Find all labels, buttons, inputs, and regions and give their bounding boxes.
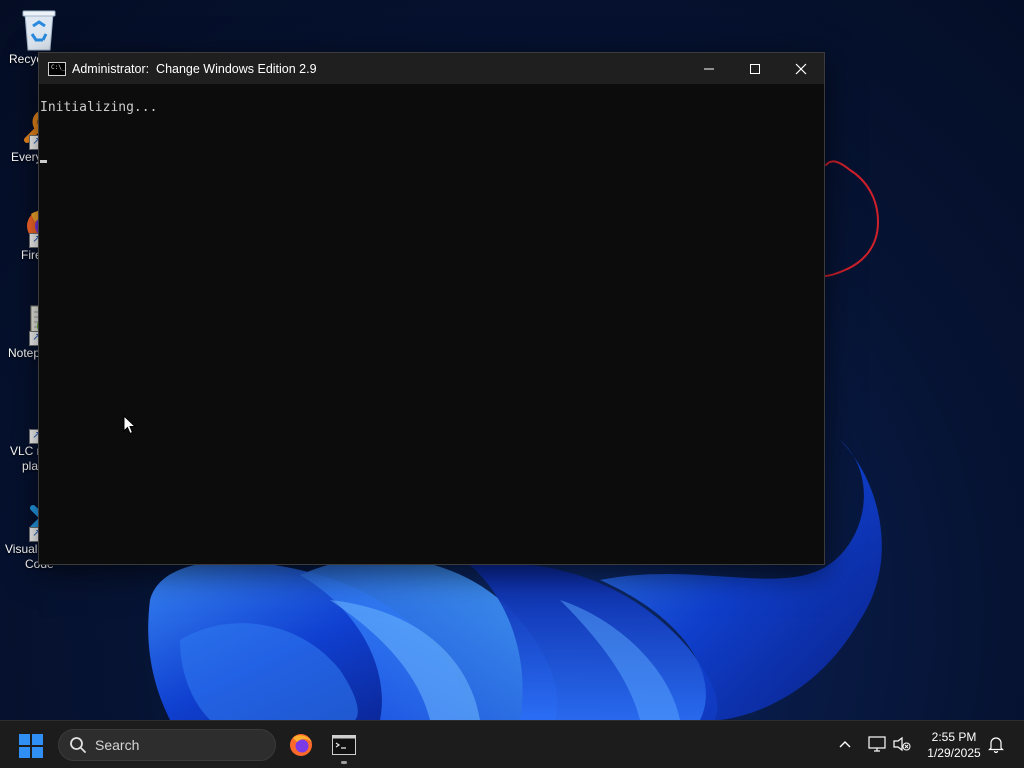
console-titlebar[interactable]: C:\_ Administrator: Change Windows Editi… <box>39 53 824 84</box>
cmd-icon: C:\_ <box>48 61 66 76</box>
search-icon <box>70 737 86 753</box>
taskbar: Search 2:55 PM 1/29/2025 <box>0 720 1024 768</box>
recycle-bin-icon <box>19 8 59 51</box>
speaker-muted-icon <box>893 736 911 752</box>
console-output[interactable]: Initializing... <box>39 84 824 116</box>
network-icon <box>868 736 886 752</box>
clock-time: 2:55 PM <box>931 730 977 744</box>
taskbar-app-firefox[interactable] <box>283 727 319 763</box>
volume-muted-button[interactable] <box>891 733 913 755</box>
firefox-icon <box>290 734 312 756</box>
window-title: Administrator: Change Windows Edition 2.… <box>72 61 317 76</box>
mouse-pointer-icon <box>123 415 137 435</box>
chevron-up-icon <box>839 741 851 748</box>
clock-date: 1/29/2025 <box>927 746 981 760</box>
close-button[interactable] <box>778 53 824 84</box>
network-status-button[interactable] <box>866 733 888 755</box>
windows-logo-icon <box>19 734 43 758</box>
console-window[interactable]: C:\_ Administrator: Change Windows Editi… <box>38 52 825 565</box>
close-icon <box>795 63 807 74</box>
minimize-icon <box>704 68 714 69</box>
red-annotation-scribble <box>823 160 880 277</box>
maximize-icon <box>750 63 760 74</box>
maximize-button[interactable] <box>732 53 778 84</box>
taskbar-search-box[interactable]: Search <box>58 729 276 761</box>
active-app-indicator <box>341 761 347 764</box>
start-button[interactable] <box>19 734 43 758</box>
console-cursor-caret <box>40 160 47 163</box>
taskbar-clock[interactable]: 2:55 PM 1/29/2025 <box>918 729 990 761</box>
notifications-button[interactable] <box>985 733 1007 755</box>
show-hidden-icons-button[interactable] <box>834 733 856 755</box>
taskbar-app-command-prompt[interactable] <box>326 727 362 764</box>
search-placeholder: Search <box>95 737 140 753</box>
minimize-button[interactable] <box>686 53 732 84</box>
cmd-icon <box>332 735 356 755</box>
bell-icon <box>988 736 1004 753</box>
